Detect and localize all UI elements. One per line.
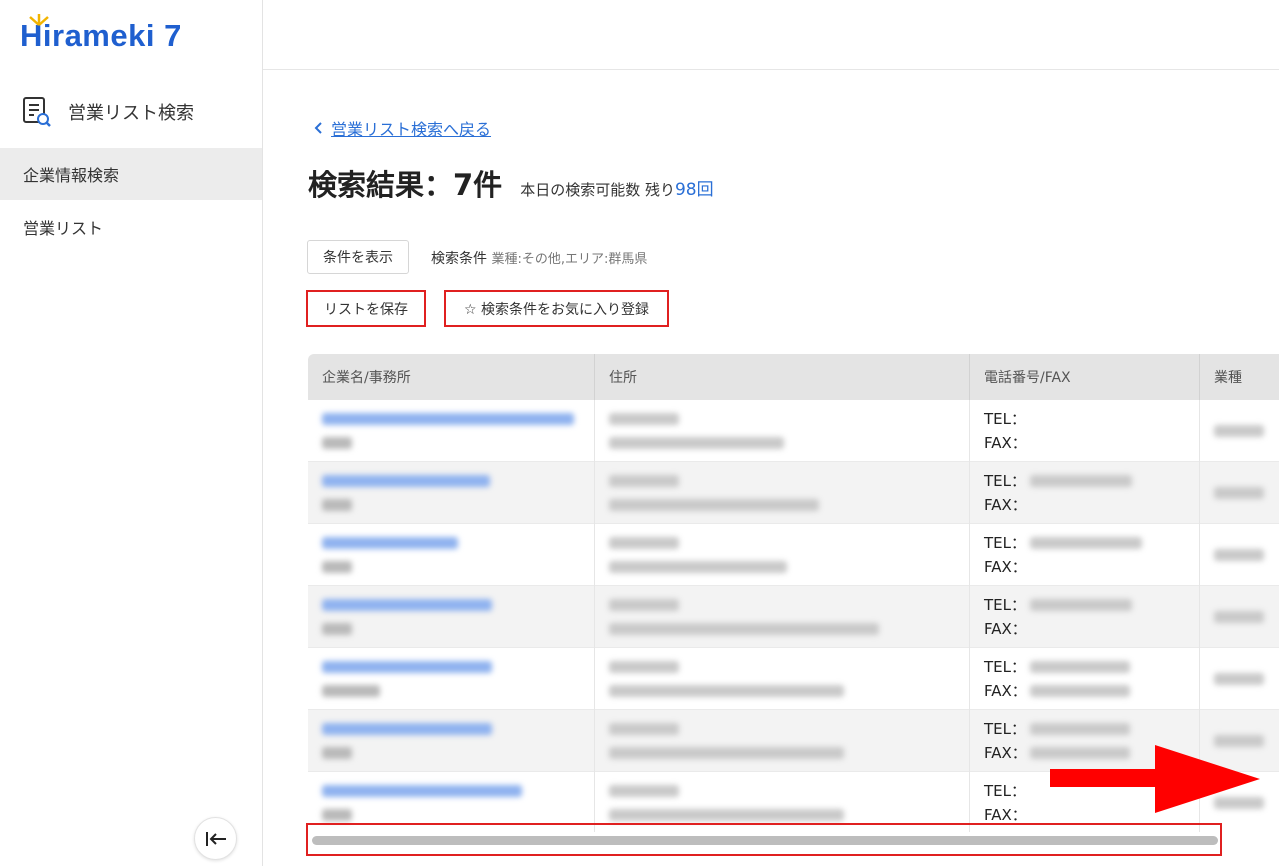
highlight-scrollbar bbox=[306, 823, 1222, 856]
show-conditions-label: 条件を表示 bbox=[323, 250, 393, 266]
company-cell[interactable] bbox=[308, 524, 595, 586]
company-cell[interactable] bbox=[308, 462, 595, 524]
column-header-label: 企業名/事務所 bbox=[322, 370, 411, 386]
table-row: TEL： FAX： bbox=[308, 648, 1279, 710]
quota-label: 本日の検索可能数 残り bbox=[520, 181, 675, 199]
fax-label: FAX： bbox=[984, 682, 1027, 700]
sidebar-item-sales-list[interactable]: 営業リスト bbox=[0, 201, 262, 253]
top-header-bar bbox=[263, 0, 1279, 70]
tel-label: TEL： bbox=[984, 720, 1026, 738]
highlight-favorite bbox=[444, 290, 669, 327]
industry-cell bbox=[1200, 524, 1279, 586]
sidebar-item-company-search[interactable]: 企業情報検索 bbox=[0, 148, 262, 200]
conditions-label: 検索条件 bbox=[431, 251, 487, 267]
table-row: TEL： FAX： bbox=[308, 524, 1279, 586]
address-cell bbox=[595, 586, 970, 648]
show-conditions-button[interactable]: 条件を表示 bbox=[307, 240, 409, 274]
column-header-label: 業種 bbox=[1214, 370, 1242, 386]
industry-cell bbox=[1200, 648, 1279, 710]
collapse-left-icon bbox=[205, 831, 226, 846]
fax-label: FAX： bbox=[984, 434, 1027, 452]
table-row: TEL： FAX： bbox=[308, 400, 1279, 462]
highlight-save-list bbox=[306, 290, 426, 327]
address-cell bbox=[595, 524, 970, 586]
sidebar-item-label: 営業リスト bbox=[23, 219, 104, 238]
table-header: 企業名/事務所 住所 電話番号/FAX 業種 bbox=[308, 354, 1279, 400]
arrow-right-icon bbox=[1050, 745, 1260, 813]
phone-cell: TEL： FAX： bbox=[970, 586, 1200, 648]
column-header-label: 電話番号/FAX bbox=[984, 370, 1071, 386]
table-row: TEL： FAX： bbox=[308, 586, 1279, 648]
fax-label: FAX： bbox=[984, 744, 1027, 762]
chevron-left-icon bbox=[314, 122, 322, 134]
search-conditions-text: 検索条件 業種:その他,エリア:群馬県 bbox=[431, 248, 647, 268]
company-cell[interactable] bbox=[308, 400, 595, 462]
table-row: TEL： FAX： bbox=[308, 462, 1279, 524]
company-cell[interactable] bbox=[308, 710, 595, 772]
quota-value: 98回 bbox=[674, 180, 714, 200]
sidebar-header-label: 営業リスト検索 bbox=[68, 103, 194, 124]
fax-label: FAX： bbox=[984, 496, 1027, 514]
logo-sun-icon bbox=[29, 14, 49, 26]
result-title-row: 検索結果：7件 本日の検索可能数 残り98回 bbox=[308, 162, 714, 204]
column-header-label: 住所 bbox=[609, 370, 637, 386]
tel-label: TEL： bbox=[984, 534, 1026, 552]
phone-cell: TEL： FAX： bbox=[970, 400, 1200, 462]
column-header-company[interactable]: 企業名/事務所 bbox=[308, 354, 595, 400]
app-logo[interactable]: Hirameki 7 bbox=[20, 14, 182, 58]
phone-cell: TEL： FAX： bbox=[970, 462, 1200, 524]
page-title: 検索結果：7件 bbox=[308, 168, 503, 202]
phone-cell: TEL： FAX： bbox=[970, 648, 1200, 710]
fax-label: FAX： bbox=[984, 558, 1027, 576]
search-list-icon bbox=[23, 97, 51, 127]
address-cell bbox=[595, 400, 970, 462]
industry-cell bbox=[1200, 586, 1279, 648]
tel-label: TEL： bbox=[984, 782, 1026, 800]
company-cell[interactable] bbox=[308, 586, 595, 648]
company-cell[interactable] bbox=[308, 648, 595, 710]
fax-label: FAX： bbox=[984, 806, 1027, 824]
sidebar-section-header: 営業リスト検索 bbox=[22, 92, 194, 132]
tel-label: TEL： bbox=[984, 410, 1026, 428]
tel-label: TEL： bbox=[984, 472, 1026, 490]
sidebar: Hirameki 7 営業リスト検索 企業情報検索 営業リスト bbox=[0, 0, 263, 866]
column-header-industry[interactable]: 業種 bbox=[1200, 354, 1279, 400]
collapse-sidebar-button[interactable] bbox=[194, 817, 237, 860]
column-header-phone[interactable]: 電話番号/FAX bbox=[970, 354, 1200, 400]
industry-cell bbox=[1200, 462, 1279, 524]
address-cell bbox=[595, 710, 970, 772]
address-cell bbox=[595, 462, 970, 524]
back-link-label: 営業リスト検索へ戻る bbox=[331, 120, 492, 139]
address-cell bbox=[595, 648, 970, 710]
conditions-value: 業種:その他,エリア:群馬県 bbox=[491, 252, 648, 267]
search-quota: 本日の検索可能数 残り98回 bbox=[520, 175, 713, 200]
sidebar-item-label: 企業情報検索 bbox=[23, 166, 120, 185]
industry-cell bbox=[1200, 400, 1279, 462]
back-to-search-link[interactable]: 営業リスト検索へ戻る bbox=[313, 116, 491, 140]
column-header-address[interactable]: 住所 bbox=[595, 354, 970, 400]
tel-label: TEL： bbox=[984, 658, 1026, 676]
tel-label: TEL： bbox=[984, 596, 1026, 614]
phone-cell: TEL： FAX： bbox=[970, 524, 1200, 586]
fax-label: FAX： bbox=[984, 620, 1027, 638]
